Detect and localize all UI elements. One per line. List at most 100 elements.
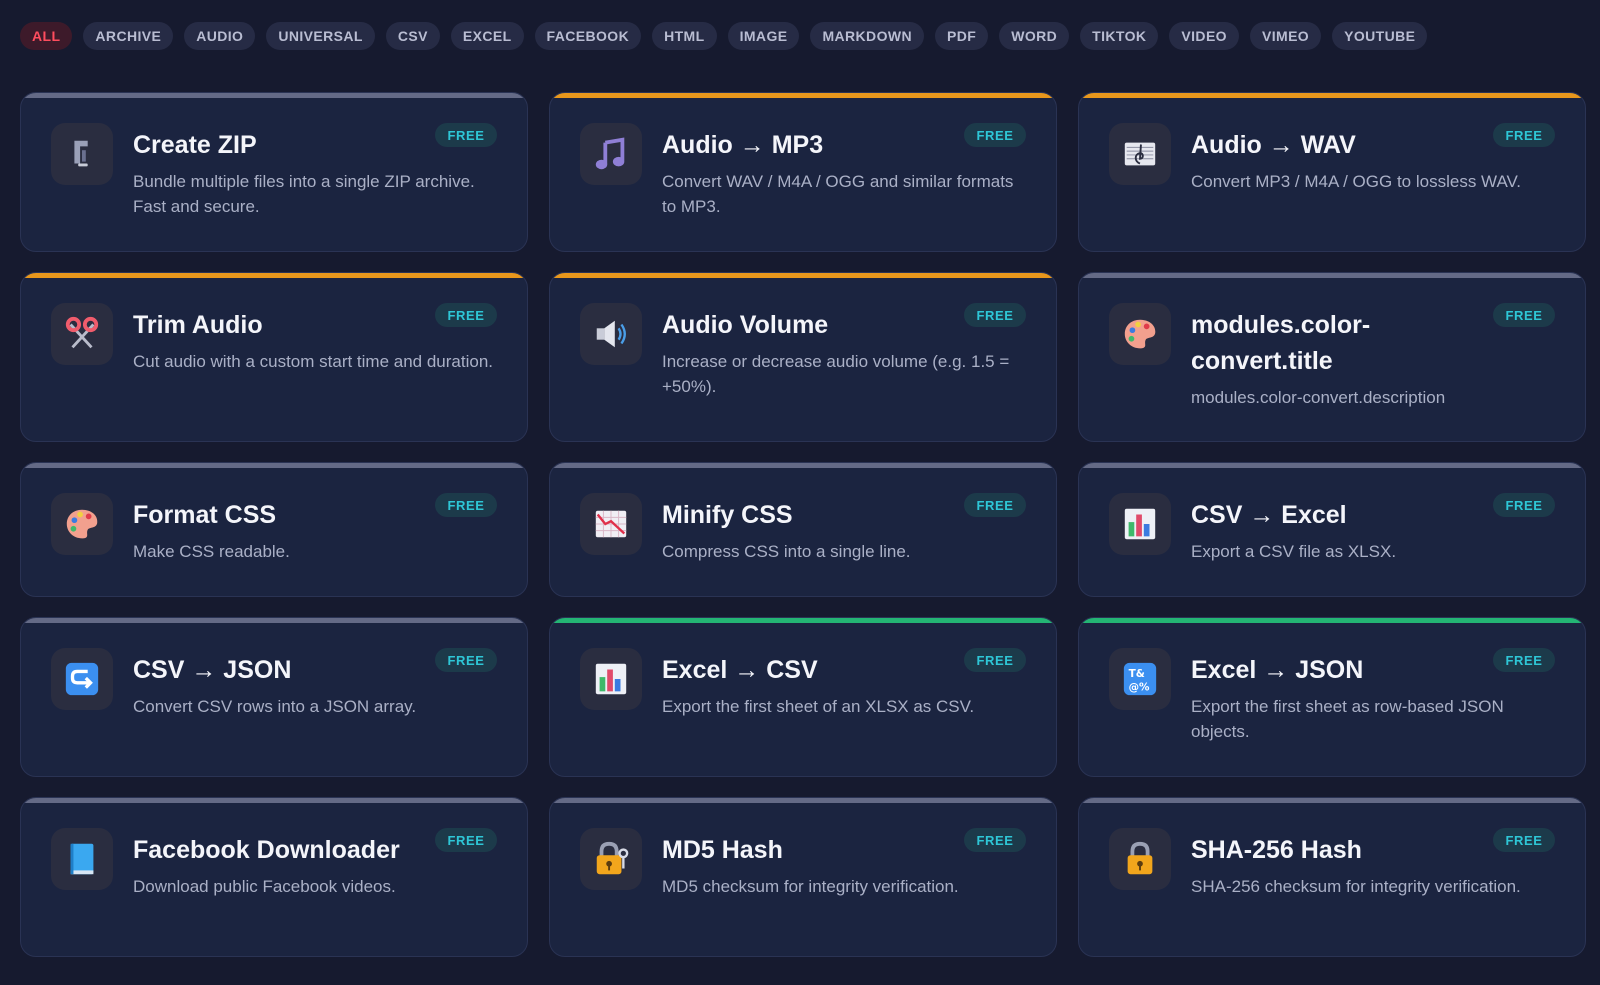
free-badge: FREE [964,648,1026,672]
free-badge: FREE [1493,123,1555,147]
card-description: Convert WAV / M4A / OGG and similar form… [662,172,1014,216]
filter-chip-vimeo[interactable]: VIMEO [1249,22,1322,50]
card-title: SHA-256 Hash [1191,836,1362,864]
filter-chip-csv[interactable]: CSV [385,22,440,50]
card-accent-bar [21,93,527,98]
card-description: Download public Facebook videos. [133,877,396,896]
card-icon-box [51,828,113,890]
card-description: Export the first sheet as row-based JSON… [1191,697,1504,741]
card-title: Audio Volume [662,311,829,339]
blue-book-icon [70,843,94,875]
filter-chip-universal[interactable]: UNIVERSAL [266,22,375,50]
bar-chart-icon [1124,508,1156,540]
tool-card-format-css[interactable]: Format CSS Make CSS readable. FREE [20,462,528,597]
card-accent-bar [1079,273,1585,278]
tool-card-minify-css[interactable]: Minify CSS Compress CSS into a single li… [549,462,1057,597]
padlock-icon [1127,841,1153,875]
free-badge: FREE [1493,828,1555,852]
card-icon-box: T& @% [1109,648,1171,710]
free-badge: FREE [435,828,497,852]
return-arrow-icon [65,662,99,696]
card-title: CSV → JSON [133,656,292,684]
tool-card-trim-audio[interactable]: Trim Audio Cut audio with a custom start… [20,272,528,442]
chart-decreasing-icon [595,510,627,538]
tool-card-create-zip[interactable]: Create ZIP Bundle multiple files into a … [20,92,528,252]
free-badge: FREE [1493,648,1555,672]
filter-chip-word[interactable]: WORD [999,22,1070,50]
card-title: CSV → Excel [1191,501,1347,529]
scissors-icon [65,316,99,349]
card-description: Increase or decrease audio volume (e.g. … [662,352,1010,396]
free-badge: FREE [435,123,497,147]
card-description: Bundle multiple files into a single ZIP … [133,172,475,216]
speaker-icon [596,320,626,348]
svg-text:@%: @% [1129,681,1150,693]
tool-card-excel-csv[interactable]: Excel → CSV Export the first sheet of an… [549,617,1057,777]
card-icon-box [1109,303,1171,365]
card-accent-bar [21,618,527,623]
tool-card-csv-excel[interactable]: CSV → Excel Export a CSV file as XLSX. F… [1078,462,1586,597]
filter-chip-html[interactable]: HTML [652,22,717,50]
filter-chip-audio[interactable]: AUDIO [184,22,256,50]
filter-chip-archive[interactable]: ARCHIVE [83,22,174,50]
svg-text:T&: T& [1129,668,1145,680]
tool-card-grid: Create ZIP Bundle multiple files into a … [20,92,1586,957]
music-note-icon [595,137,625,170]
filter-chip-video[interactable]: VIDEO [1169,22,1239,50]
card-title: modules.color-convert.title [1191,311,1371,375]
filter-chip-image[interactable]: IMAGE [727,22,800,50]
tool-card-audio-wav[interactable]: Audio → WAV Convert MP3 / M4A / OGG to l… [1078,92,1586,252]
card-icon-box [1109,828,1171,890]
filter-chip-youtube[interactable]: YOUTUBE [1332,22,1428,50]
free-badge: FREE [964,123,1026,147]
free-badge: FREE [1493,303,1555,327]
card-icon-box [580,303,642,365]
clamp-icon [74,140,88,167]
tool-card-sha256-hash[interactable]: SHA-256 Hash SHA-256 checksum for integr… [1078,797,1586,957]
card-description: Cut audio with a custom start time and d… [133,352,494,371]
card-description: Convert CSV rows into a JSON array. [133,697,417,716]
card-title: MD5 Hash [662,836,783,864]
tool-card-audio-mp3[interactable]: Audio → MP3 Convert WAV / M4A / OGG and … [549,92,1057,252]
card-title: Trim Audio [133,311,263,339]
free-badge: FREE [435,303,497,327]
tool-card-csv-json[interactable]: CSV → JSON Convert CSV rows into a JSON … [20,617,528,777]
tool-card-color-convert[interactable]: modules.color-convert.title modules.colo… [1078,272,1586,442]
card-accent-bar [21,273,527,278]
card-title: Format CSS [133,501,277,529]
palette-icon [66,509,98,539]
symbols-icon: T& @% [1123,662,1157,696]
filter-chip-excel[interactable]: EXCEL [450,22,524,50]
tool-card-md5-hash[interactable]: MD5 Hash MD5 checksum for integrity veri… [549,797,1057,957]
musical-score-icon [1124,142,1156,166]
filter-chip-markdown[interactable]: MARKDOWN [810,22,924,50]
filter-chip-pdf[interactable]: PDF [935,22,989,50]
card-icon-box [51,493,113,555]
card-description: MD5 checksum for integrity verification. [662,877,959,896]
card-title: Audio → WAV [1191,131,1356,159]
card-description: modules.color-convert.description [1191,388,1446,407]
card-accent-bar [550,798,1056,803]
card-description: Export the first sheet of an XLSX as CSV… [662,697,975,716]
card-title: Minify CSS [662,501,793,529]
card-accent-bar [550,273,1056,278]
tool-card-excel-json[interactable]: T& @% Excel → JSON Export the first shee… [1078,617,1586,777]
card-icon-box [580,123,642,185]
card-accent-bar [1079,463,1585,468]
card-accent-bar [550,463,1056,468]
filter-chip-all[interactable]: ALL [20,22,73,50]
bar-chart-icon [595,663,627,695]
card-title: Create ZIP [133,131,257,159]
lock-with-key-icon [596,841,629,875]
card-title: Facebook Downloader [133,836,400,864]
filter-chip-tiktok[interactable]: TIKTOK [1080,22,1159,50]
card-description: Compress CSS into a single line. [662,542,911,561]
card-accent-bar [1079,618,1585,623]
free-badge: FREE [435,648,497,672]
card-icon-box [1109,123,1171,185]
filter-chip-facebook[interactable]: FACEBOOK [534,22,642,50]
card-description: SHA-256 checksum for integrity verificat… [1191,877,1521,896]
tool-card-facebook-downloader[interactable]: Facebook Downloader Download public Face… [20,797,528,957]
tool-card-audio-volume[interactable]: Audio Volume Increase or decrease audio … [549,272,1057,442]
card-icon-box [580,493,642,555]
